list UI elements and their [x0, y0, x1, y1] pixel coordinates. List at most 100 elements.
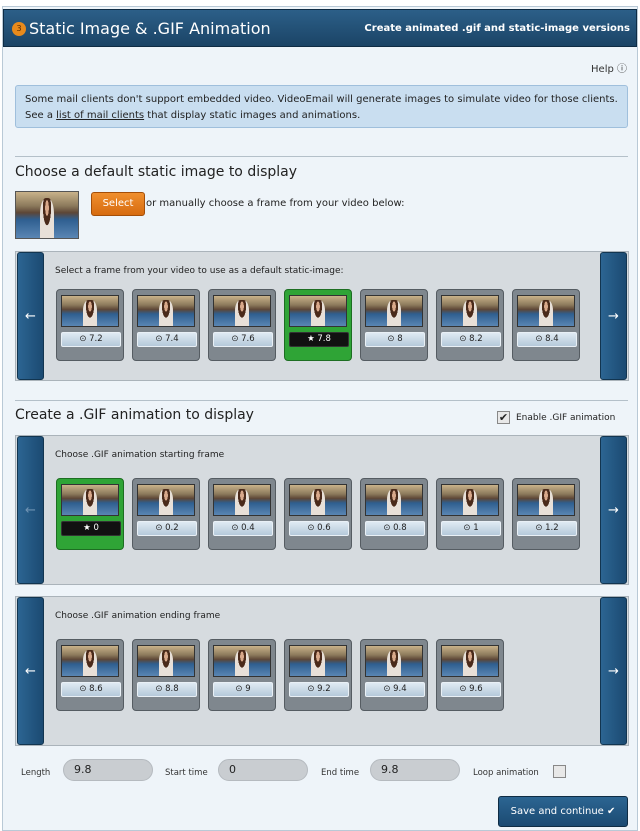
frame-time-badge: ⊙ 8.2 — [441, 332, 501, 347]
frame-time-badge: ⊙ 8.8 — [137, 682, 197, 697]
frame-thumbnail — [137, 295, 195, 327]
frame[interactable]: ⊙ 8.2 — [436, 289, 504, 361]
frame[interactable]: ⊙ 8.8 — [132, 639, 200, 711]
divider — [15, 400, 628, 401]
prev-arrow-button[interactable]: ← — [17, 597, 44, 745]
enable-gif-label: Enable .GIF animation — [516, 412, 616, 423]
start-time-label: Start time — [165, 768, 208, 778]
static-section-title: Choose a default static image to display — [15, 164, 298, 180]
next-arrow-button[interactable]: → — [600, 597, 627, 745]
length-field[interactable]: 9.8 — [63, 759, 153, 781]
frame-time-badge: ⊙ 9.6 — [441, 682, 501, 697]
frame[interactable]: ⊙ 0.8 — [360, 478, 428, 550]
frame-thumbnail — [365, 484, 423, 516]
frame-thumbnail — [289, 295, 347, 327]
frame[interactable]: ⊙ 8.4 — [512, 289, 580, 361]
frame-time-badge: ⊙ 7.6 — [213, 332, 273, 347]
prev-arrow-button[interactable]: ← — [17, 252, 44, 380]
frame-thumbnail — [61, 295, 119, 327]
frame-list: ⊙ 7.2 ⊙ 7.4 ⊙ 7.6 ★ 7.8 ⊙ 8 ⊙ 8.2 ⊙ 8.4 — [56, 289, 580, 361]
frame-time-badge: ★ 0 — [61, 521, 121, 536]
panel-label: Select a frame from your video to use as… — [55, 266, 344, 276]
frame[interactable]: ⊙ 9.2 — [284, 639, 352, 711]
select-button[interactable]: Select — [91, 192, 145, 216]
frame-thumbnail — [213, 295, 271, 327]
frame-thumbnail — [213, 484, 271, 516]
gif-section-title: Create a .GIF animation to display — [15, 407, 254, 423]
frame-thumbnail — [61, 484, 119, 516]
frame-thumbnail — [213, 645, 271, 677]
next-arrow-button[interactable]: → — [600, 436, 627, 584]
info-text: See a — [25, 110, 57, 121]
frame-time-badge: ⊙ 7.2 — [61, 332, 121, 347]
frame-thumbnail — [289, 645, 347, 677]
frame[interactable]: ⊙ 7.6 — [208, 289, 276, 361]
frame-thumbnail — [517, 295, 575, 327]
frame[interactable]: ⊙ 7.2 — [56, 289, 124, 361]
static-frame-carousel: ← Select a frame from your video to use … — [15, 251, 629, 381]
page-title: Static Image & .GIF Animation — [29, 19, 271, 38]
frame[interactable]: ⊙ 1.2 — [512, 478, 580, 550]
end-time-label: End time — [321, 768, 360, 778]
page-subtitle: Create animated .gif and static-image ve… — [364, 23, 630, 34]
default-static-image — [15, 191, 79, 239]
frame[interactable]: ⊙ 0.4 — [208, 478, 276, 550]
page: 3 Static Image & .GIF Animation Create a… — [2, 6, 638, 831]
info-text: Some mail clients don't support embedded… — [25, 94, 618, 105]
gif-start-carousel: ← Choose .GIF animation starting frame ★… — [15, 435, 629, 585]
enable-gif-checkbox[interactable]: ✔ — [497, 411, 510, 424]
frame-selected[interactable]: ★ 0 — [56, 478, 124, 550]
frame-time-badge: ⊙ 0.4 — [213, 521, 273, 536]
frame-thumbnail — [517, 484, 575, 516]
frame-list: ⊙ 8.6 ⊙ 8.8 ⊙ 9 ⊙ 9.2 ⊙ 9.4 ⊙ 9.6 — [56, 639, 504, 711]
frame-thumbnail — [137, 484, 195, 516]
step-badge: 3 — [12, 22, 26, 36]
frame[interactable]: ⊙ 1 — [436, 478, 504, 550]
frame-time-badge: ⊙ 1.2 — [517, 521, 577, 536]
loop-label: Loop animation — [473, 768, 539, 778]
panel-label: Choose .GIF animation starting frame — [55, 450, 225, 460]
frame-time-badge: ⊙ 8 — [365, 332, 425, 347]
next-arrow-button[interactable]: → — [600, 252, 627, 380]
frame-thumbnail — [365, 295, 423, 327]
info-box: Some mail clients don't support embedded… — [15, 85, 628, 128]
help-link[interactable]: Help ⓘ — [591, 60, 627, 75]
frame[interactable]: ⊙ 0.2 — [132, 478, 200, 550]
length-label: Length — [21, 768, 51, 778]
frame-time-badge: ⊙ 9.2 — [289, 682, 349, 697]
frame[interactable]: ⊙ 8 — [360, 289, 428, 361]
or-text: or manually choose a frame from your vid… — [146, 198, 405, 209]
frame-time-badge: ★ 7.8 — [289, 332, 349, 347]
start-time-field[interactable]: 0 — [218, 759, 308, 781]
frame[interactable]: ⊙ 9.4 — [360, 639, 428, 711]
frame-time-badge: ⊙ 9 — [213, 682, 273, 697]
mail-clients-link[interactable]: list of mail clients — [56, 110, 144, 121]
frame[interactable]: ⊙ 7.4 — [132, 289, 200, 361]
frame[interactable]: ⊙ 8.6 — [56, 639, 124, 711]
gif-end-carousel: ← Choose .GIF animation ending frame ⊙ 8… — [15, 596, 629, 746]
enable-gif-toggle[interactable]: ✔ Enable .GIF animation — [497, 411, 615, 424]
prev-arrow-button[interactable]: ← — [17, 436, 44, 584]
frame-list: ★ 0 ⊙ 0.2 ⊙ 0.4 ⊙ 0.6 ⊙ 0.8 ⊙ 1 ⊙ 1.2 — [56, 478, 580, 550]
frame-thumbnail — [61, 645, 119, 677]
frame-time-badge: ⊙ 7.4 — [137, 332, 197, 347]
frame-thumbnail — [441, 295, 499, 327]
divider — [15, 156, 628, 157]
frame-time-badge: ⊙ 0.6 — [289, 521, 349, 536]
frame[interactable]: ⊙ 9 — [208, 639, 276, 711]
frame-thumbnail — [441, 645, 499, 677]
loop-checkbox[interactable] — [553, 765, 566, 778]
frame[interactable]: ⊙ 0.6 — [284, 478, 352, 550]
frame-thumbnail — [137, 645, 195, 677]
frame-time-badge: ⊙ 8.4 — [517, 332, 577, 347]
save-and-continue-button[interactable]: Save and continue ✔ — [498, 796, 628, 827]
frame[interactable]: ⊙ 9.6 — [436, 639, 504, 711]
panel-label: Choose .GIF animation ending frame — [55, 611, 221, 621]
info-text: that display static images and animation… — [144, 110, 361, 121]
frame-thumbnail — [289, 484, 347, 516]
frame-thumbnail — [365, 645, 423, 677]
frame-time-badge: ⊙ 0.2 — [137, 521, 197, 536]
frame-time-badge: ⊙ 9.4 — [365, 682, 425, 697]
end-time-field[interactable]: 9.8 — [370, 759, 460, 781]
frame-selected[interactable]: ★ 7.8 — [284, 289, 352, 361]
